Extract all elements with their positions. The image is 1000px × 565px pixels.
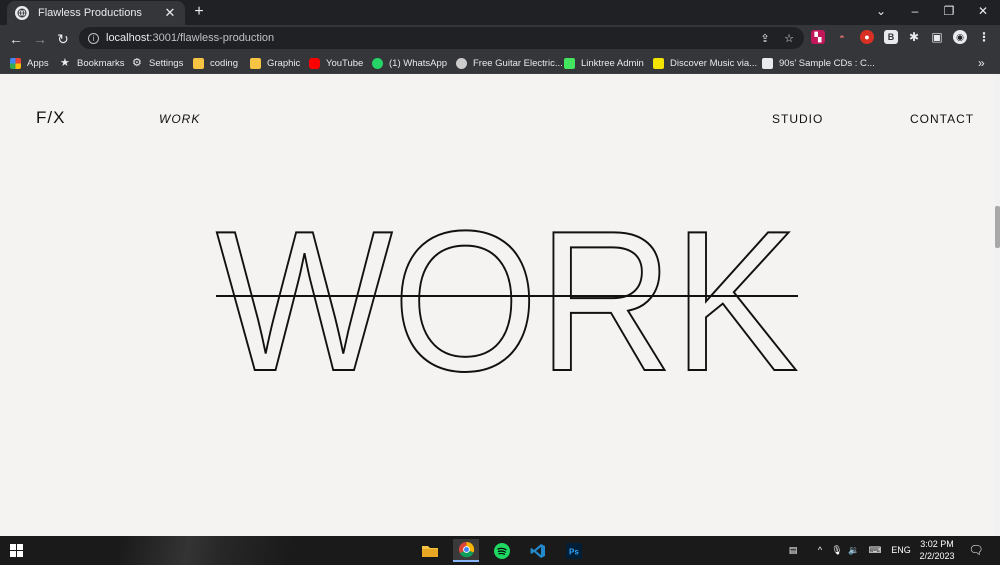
url-path: :3001/flawless-production bbox=[149, 32, 275, 44]
windows-taskbar: Ps ▤ ^ 🎙 🔉 ⌨ ENG 3:02 PM 2/2/2023 🗨 bbox=[0, 536, 1000, 565]
keyboard-layout-icon[interactable]: ▤ bbox=[784, 536, 802, 565]
extensions-puzzle-icon[interactable]: ✱ bbox=[907, 30, 921, 44]
url-host: localhost bbox=[106, 32, 150, 44]
photoshop-icon[interactable]: Ps bbox=[561, 539, 587, 562]
bookmark-label: (1) WhatsApp bbox=[389, 57, 448, 69]
side-panel-icon[interactable]: ▣ bbox=[930, 30, 944, 44]
minimize-button[interactable]: – bbox=[900, 0, 930, 22]
folder-icon bbox=[193, 57, 204, 69]
system-clock[interactable]: 3:02 PM 2/2/2023 bbox=[912, 538, 962, 562]
url-text: localhost:3001/flawless-production bbox=[106, 32, 274, 44]
vscode-icon[interactable] bbox=[525, 539, 551, 562]
whatsapp-icon bbox=[372, 57, 383, 69]
globe-icon bbox=[15, 6, 29, 20]
bookmark-label: Graphic bbox=[267, 57, 301, 69]
apps-grid-icon bbox=[10, 57, 21, 69]
bookmark-graphic[interactable]: Graphic bbox=[250, 55, 300, 71]
tab-close-icon[interactable]: ✕ bbox=[163, 5, 177, 21]
restore-button[interactable]: ❐ bbox=[934, 0, 964, 22]
gear-icon: ⚙ bbox=[132, 56, 142, 69]
share-icon[interactable]: ⇪ bbox=[759, 33, 771, 45]
clock-date: 2/2/2023 bbox=[919, 551, 955, 561]
bookmark-label: coding bbox=[210, 57, 238, 69]
youtube-icon bbox=[309, 57, 320, 69]
folder-icon bbox=[250, 57, 261, 69]
bookmark-settings[interactable]: ⚙ Settings bbox=[132, 55, 183, 71]
hero-outline-word: WORK bbox=[215, 189, 799, 414]
back-button[interactable]: ← bbox=[6, 29, 26, 49]
bookmark-90s-sample-cds[interactable]: 90s' Sample CDs : C... bbox=[762, 55, 875, 71]
bookmark-label: Discover Music via... bbox=[670, 57, 758, 69]
hero-word-text: WORK bbox=[216, 190, 798, 413]
file-explorer-icon[interactable] bbox=[417, 539, 443, 562]
bookmark-apps[interactable]: Apps bbox=[10, 55, 49, 71]
site-info-icon[interactable]: i bbox=[88, 32, 99, 44]
bookmarks-bar: Apps ★ Bookmarks ⚙ Settings coding Graphic… bbox=[0, 52, 1000, 74]
guitar-site-icon bbox=[456, 57, 467, 69]
extension-icon-4[interactable]: B bbox=[884, 30, 898, 44]
menu-kebab-icon[interactable]: ⋮ bbox=[977, 30, 991, 44]
svg-text:Ps: Ps bbox=[569, 547, 579, 556]
bookmark-linktree[interactable]: Linktree Admin bbox=[564, 55, 644, 71]
more-bookmarks-icon[interactable]: » bbox=[978, 55, 985, 71]
bookmark-whatsapp[interactable]: (1) WhatsApp bbox=[372, 55, 447, 71]
notification-center-icon[interactable]: 🗨 bbox=[968, 536, 984, 565]
address-bar[interactable]: i localhost:3001/flawless-production ⇪ ☆ bbox=[79, 27, 804, 49]
profile-avatar[interactable]: ◉ bbox=[953, 30, 967, 44]
clock-time: 3:02 PM bbox=[920, 539, 954, 549]
bookmark-label: Apps bbox=[27, 57, 49, 69]
chrome-icon[interactable] bbox=[453, 539, 479, 562]
bookmark-label: Bookmarks bbox=[77, 57, 125, 69]
cd-site-icon bbox=[762, 57, 773, 69]
web-page: F/X WORK STUDIO CONTACT WORK bbox=[0, 74, 995, 536]
bookmark-discover-music[interactable]: Discover Music via... bbox=[653, 55, 757, 71]
tab-title: Flawless Productions bbox=[38, 7, 142, 19]
browser-toolbar: ← → ↻ i localhost:3001/flawless-producti… bbox=[0, 25, 1000, 52]
tab-search-chevron-icon[interactable]: ⌄ bbox=[866, 0, 896, 22]
spotify-icon[interactable] bbox=[489, 539, 515, 562]
extension-icon-1[interactable]: ▚ bbox=[811, 30, 825, 44]
new-tab-button[interactable]: + bbox=[190, 3, 208, 21]
bookmark-bookmarks[interactable]: ★ Bookmarks bbox=[60, 55, 125, 71]
desktop-wallpaper-peek bbox=[120, 536, 290, 565]
bookmark-label: YouTube bbox=[326, 57, 364, 69]
bookmark-youtube[interactable]: YouTube bbox=[309, 55, 363, 71]
show-hidden-icons-chevron[interactable]: ^ bbox=[814, 536, 826, 565]
touch-keyboard-icon[interactable]: ⌨ bbox=[867, 536, 883, 565]
scrollbar-thumb[interactable] bbox=[995, 206, 1000, 248]
reload-button[interactable]: ↻ bbox=[53, 29, 73, 49]
browser-tab[interactable]: Flawless Productions ✕ bbox=[7, 1, 185, 25]
bookmark-star-icon[interactable]: ☆ bbox=[783, 33, 795, 45]
bookmark-label: 90s' Sample CDs : C... bbox=[779, 57, 875, 69]
music-site-icon bbox=[653, 57, 664, 69]
bookmark-label: Linktree Admin bbox=[581, 57, 644, 69]
windows-start-icon[interactable] bbox=[10, 544, 23, 557]
bookmark-coding[interactable]: coding bbox=[193, 55, 238, 71]
bookmark-label: Free Guitar Electric... bbox=[473, 57, 563, 69]
language-indicator[interactable]: ENG bbox=[890, 536, 912, 565]
bookmark-free-guitar[interactable]: Free Guitar Electric... bbox=[456, 55, 563, 71]
microphone-icon[interactable]: 🎙 bbox=[831, 536, 843, 565]
forward-button[interactable]: → bbox=[30, 29, 50, 49]
extension-icon-3[interactable]: ● bbox=[860, 30, 874, 44]
browser-tab-strip: Flawless Productions ✕ + ⌄ – ❐ ✕ bbox=[0, 0, 1000, 25]
bookmark-label: Settings bbox=[149, 57, 184, 69]
volume-icon[interactable]: 🔉 bbox=[847, 536, 861, 565]
close-window-button[interactable]: ✕ bbox=[968, 0, 998, 22]
page-scrollbar[interactable] bbox=[995, 74, 1000, 536]
linktree-icon bbox=[564, 57, 575, 69]
star-icon: ★ bbox=[60, 56, 70, 69]
extension-icon-2[interactable]: ◓ bbox=[835, 30, 849, 44]
